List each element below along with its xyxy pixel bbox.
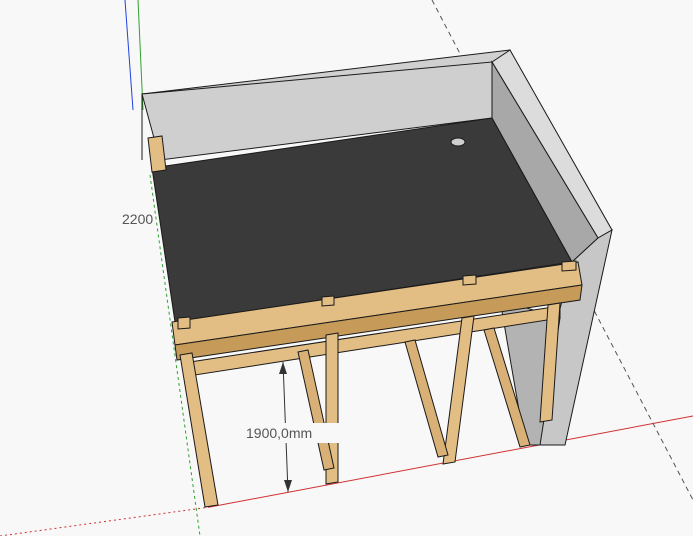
3d-model-canvas[interactable]: 1900,0mm 2200 [0,0,693,536]
dimension-arrow-top [279,362,287,374]
brace-2 [404,339,449,458]
clearance-dimension-label: 1900,0mm [246,425,312,441]
block-4 [561,260,577,272]
blue-axis-line [124,0,134,111]
post-front-right [442,315,475,465]
drain-hole-icon[interactable] [450,137,466,147]
block-2 [321,295,335,307]
post-front-left [179,352,219,508]
modeling-viewport[interactable]: 1900,0mm 2200 [0,0,693,536]
red-axis-dashed [0,506,211,536]
dimension-arrow-bottom [284,480,292,492]
block-3 [462,274,477,286]
dimension-2200[interactable]: 2200 [122,211,153,227]
height-dimension-label: 2200 [122,211,153,227]
block-1 [177,316,191,330]
